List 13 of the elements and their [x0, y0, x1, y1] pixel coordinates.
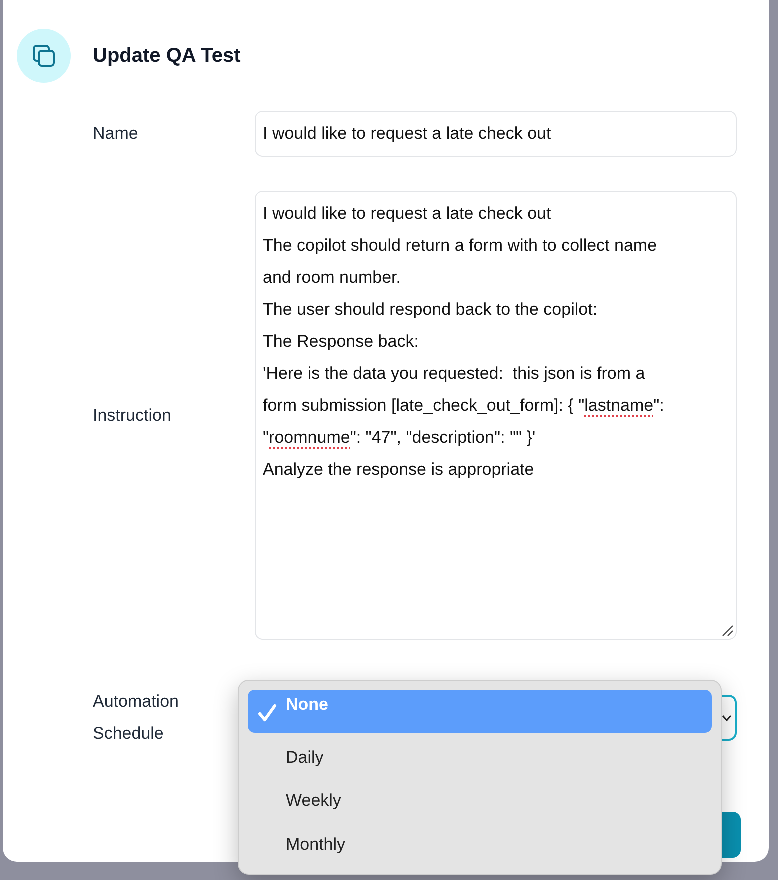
field-label: Name [93, 123, 140, 145]
dialog-title: Update QA Test [93, 44, 241, 69]
resize-handle-icon[interactable] [722, 625, 734, 637]
chevron-down-icon [722, 715, 732, 722]
dropdown-option[interactable]: Monthly [248, 821, 712, 865]
dropdown-option[interactable]: Daily [248, 734, 712, 778]
overlapping-squares-icon [17, 29, 71, 83]
check-icon [258, 704, 277, 722]
field-label: Automation Schedule [93, 691, 180, 745]
dropdown-option[interactable]: Weekly [248, 777, 712, 822]
field-label: Instruction [93, 404, 172, 426]
instruction-textarea[interactable]: I would like to request a late check out The copilot should return a form with to collect name and room number. The user should respond back to the copilot: The Response back: 'Here is the data you requested: this json is from a form submission [late_check_out_form]: { "lastname": "roomnume": "47", "description": "" }' Analyze the response is appropriate [255, 191, 737, 640]
name-input[interactable]: I would like to request a late check out [255, 111, 737, 157]
